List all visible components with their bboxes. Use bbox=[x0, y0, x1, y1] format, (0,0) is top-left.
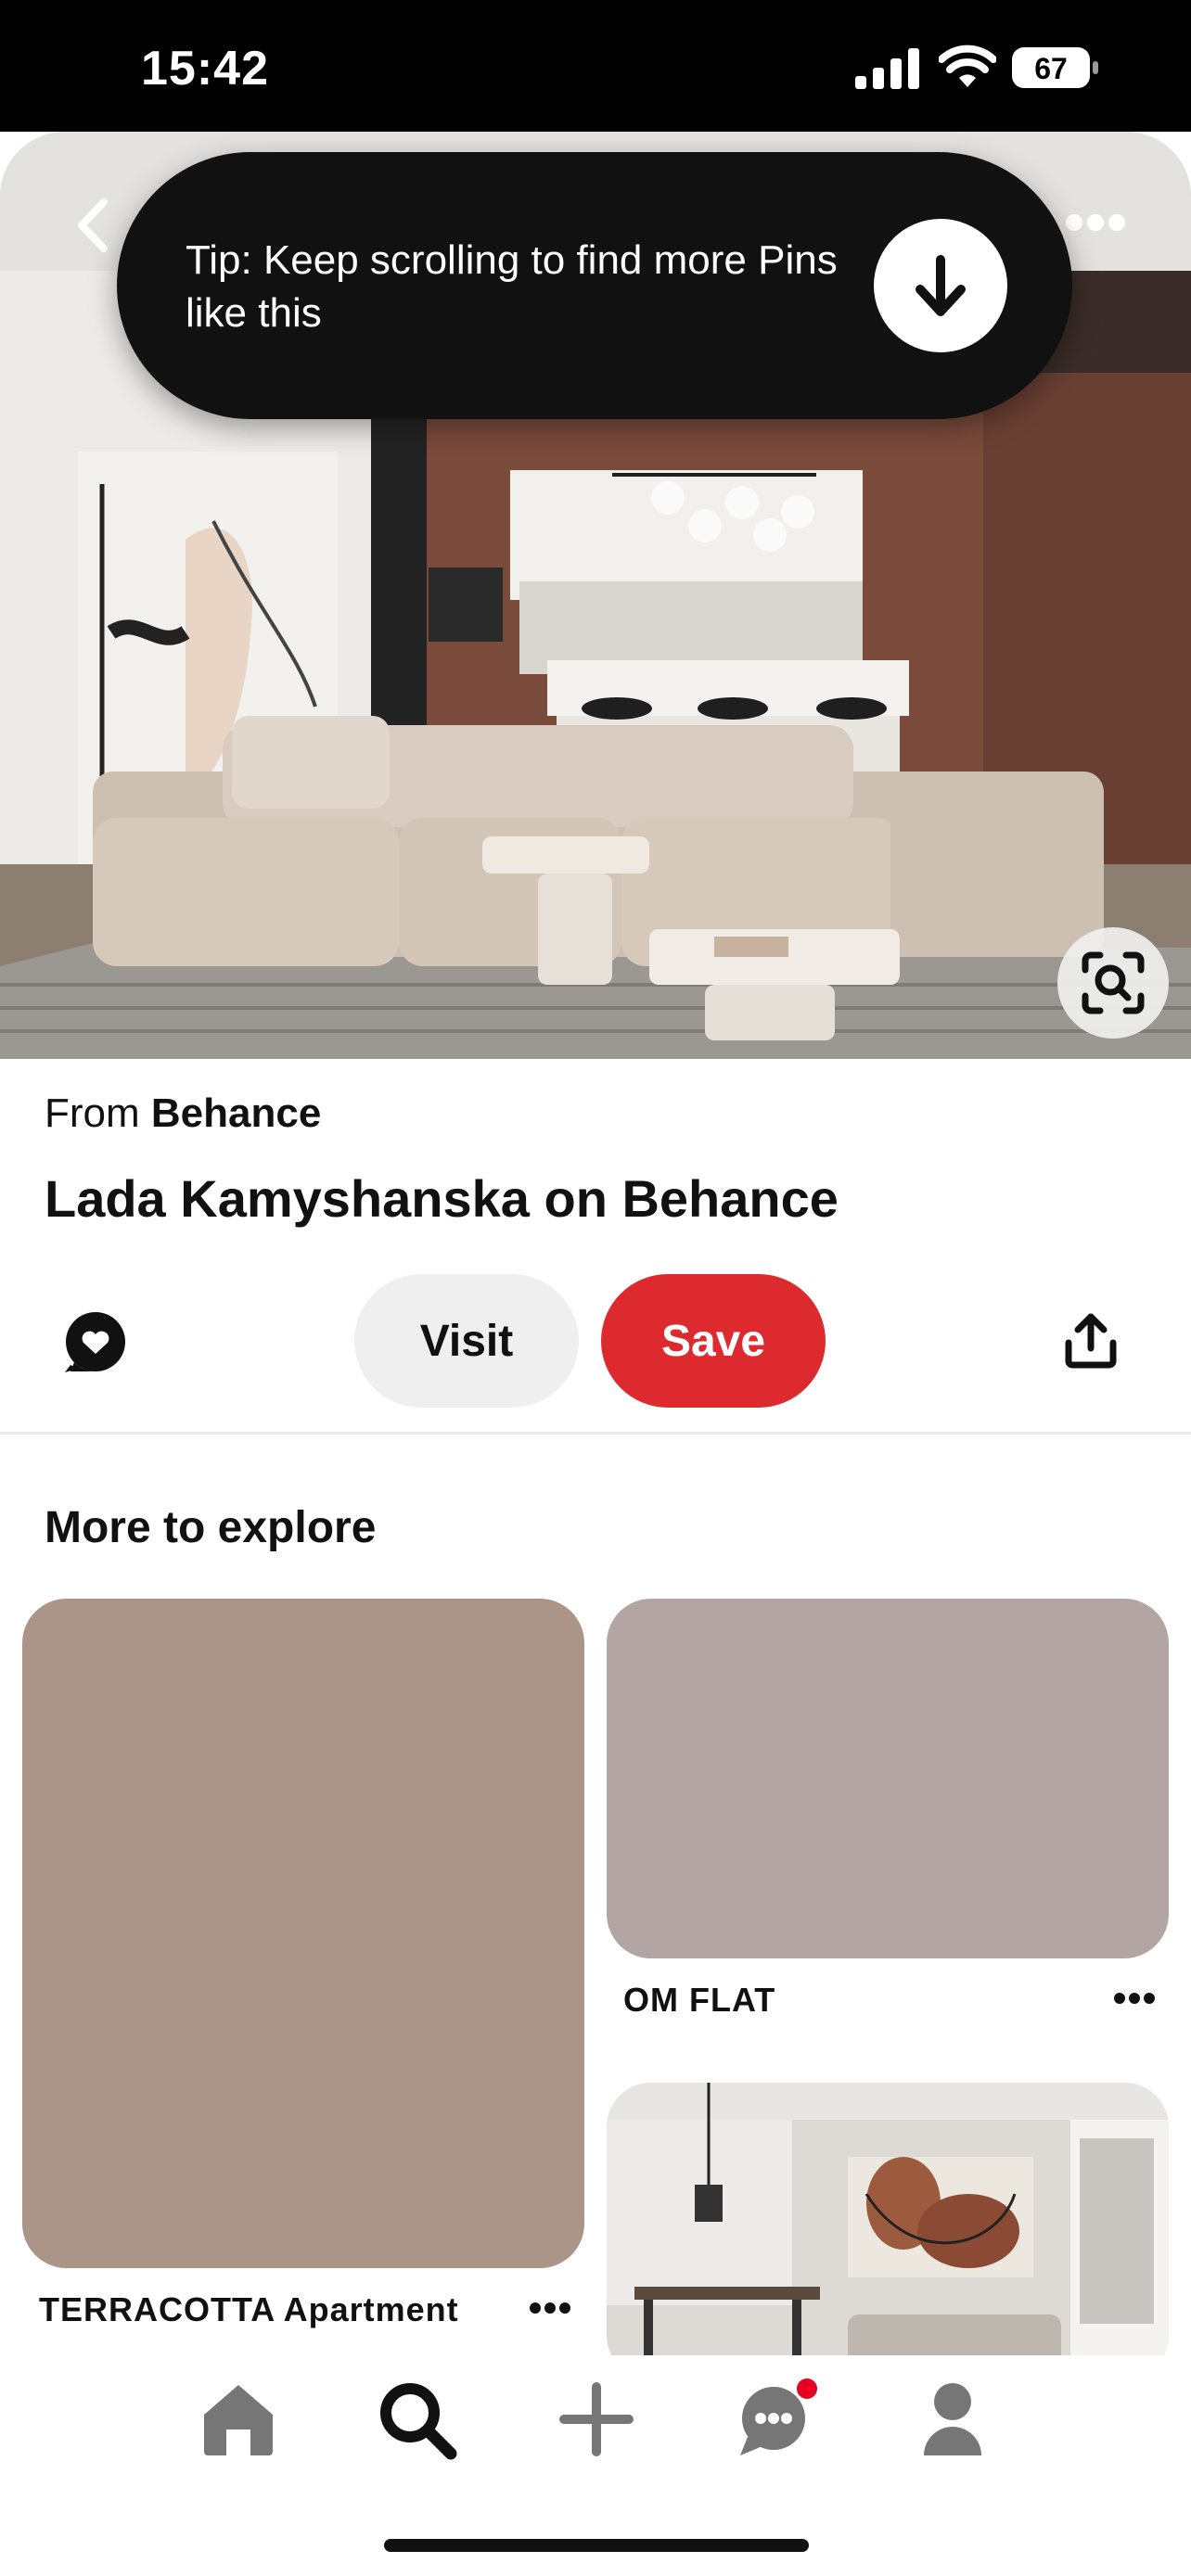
create-icon[interactable] bbox=[555, 2378, 638, 2461]
card-label-om-flat: OM FLAT bbox=[623, 1981, 776, 2019]
explore-card-interior[interactable] bbox=[607, 2083, 1169, 2379]
back-icon[interactable] bbox=[67, 193, 119, 258]
scroll-down-button[interactable] bbox=[874, 219, 1007, 352]
battery-icon: 67 bbox=[1012, 47, 1098, 88]
card-label-terracotta: TERRACOTTA Apartment bbox=[39, 2290, 459, 2328]
visual-search-button[interactable] bbox=[1057, 927, 1169, 1039]
tip-text: Tip: Keep scrolling to find more Pins li… bbox=[186, 237, 838, 336]
visual-search-icon bbox=[1082, 951, 1145, 1014]
search-icon[interactable] bbox=[375, 2378, 458, 2461]
explore-card-terracotta[interactable] bbox=[22, 1599, 584, 2268]
battery-level: 67 bbox=[1034, 52, 1068, 85]
interior-thumbnail bbox=[607, 2083, 1169, 2379]
profile-icon[interactable] bbox=[911, 2378, 994, 2461]
pin-title: Lada Kamyshanska on Behance bbox=[45, 1169, 839, 1228]
visit-button[interactable]: Visit bbox=[354, 1274, 579, 1408]
source-name[interactable]: Behance bbox=[151, 1090, 321, 1136]
more-icon[interactable] bbox=[1063, 211, 1128, 234]
home-icon[interactable] bbox=[197, 2378, 280, 2461]
wifi-icon bbox=[939, 45, 996, 87]
explore-heading: More to explore bbox=[45, 1503, 377, 1552]
status-time: 15:42 bbox=[141, 42, 269, 96]
share-icon[interactable] bbox=[1063, 1311, 1119, 1371]
home-indicator bbox=[384, 2539, 809, 2552]
card-more-icon[interactable] bbox=[1113, 1992, 1156, 2005]
explore-card-om-flat[interactable] bbox=[607, 1599, 1169, 1958]
signal-icon bbox=[855, 48, 919, 89]
notification-dot bbox=[797, 2378, 817, 2399]
tip-banner: Tip: Keep scrolling to find more Pins li… bbox=[117, 152, 1072, 419]
pin-source: From Behance bbox=[45, 1090, 321, 1137]
save-button[interactable]: Save bbox=[601, 1274, 826, 1408]
section-divider bbox=[0, 1432, 1191, 1435]
source-prefix: From bbox=[45, 1090, 140, 1136]
comment-heart-icon[interactable] bbox=[63, 1309, 128, 1374]
arrow-down-icon bbox=[916, 255, 966, 316]
messages-icon[interactable] bbox=[735, 2378, 818, 2461]
card-more-icon[interactable] bbox=[529, 2302, 571, 2315]
